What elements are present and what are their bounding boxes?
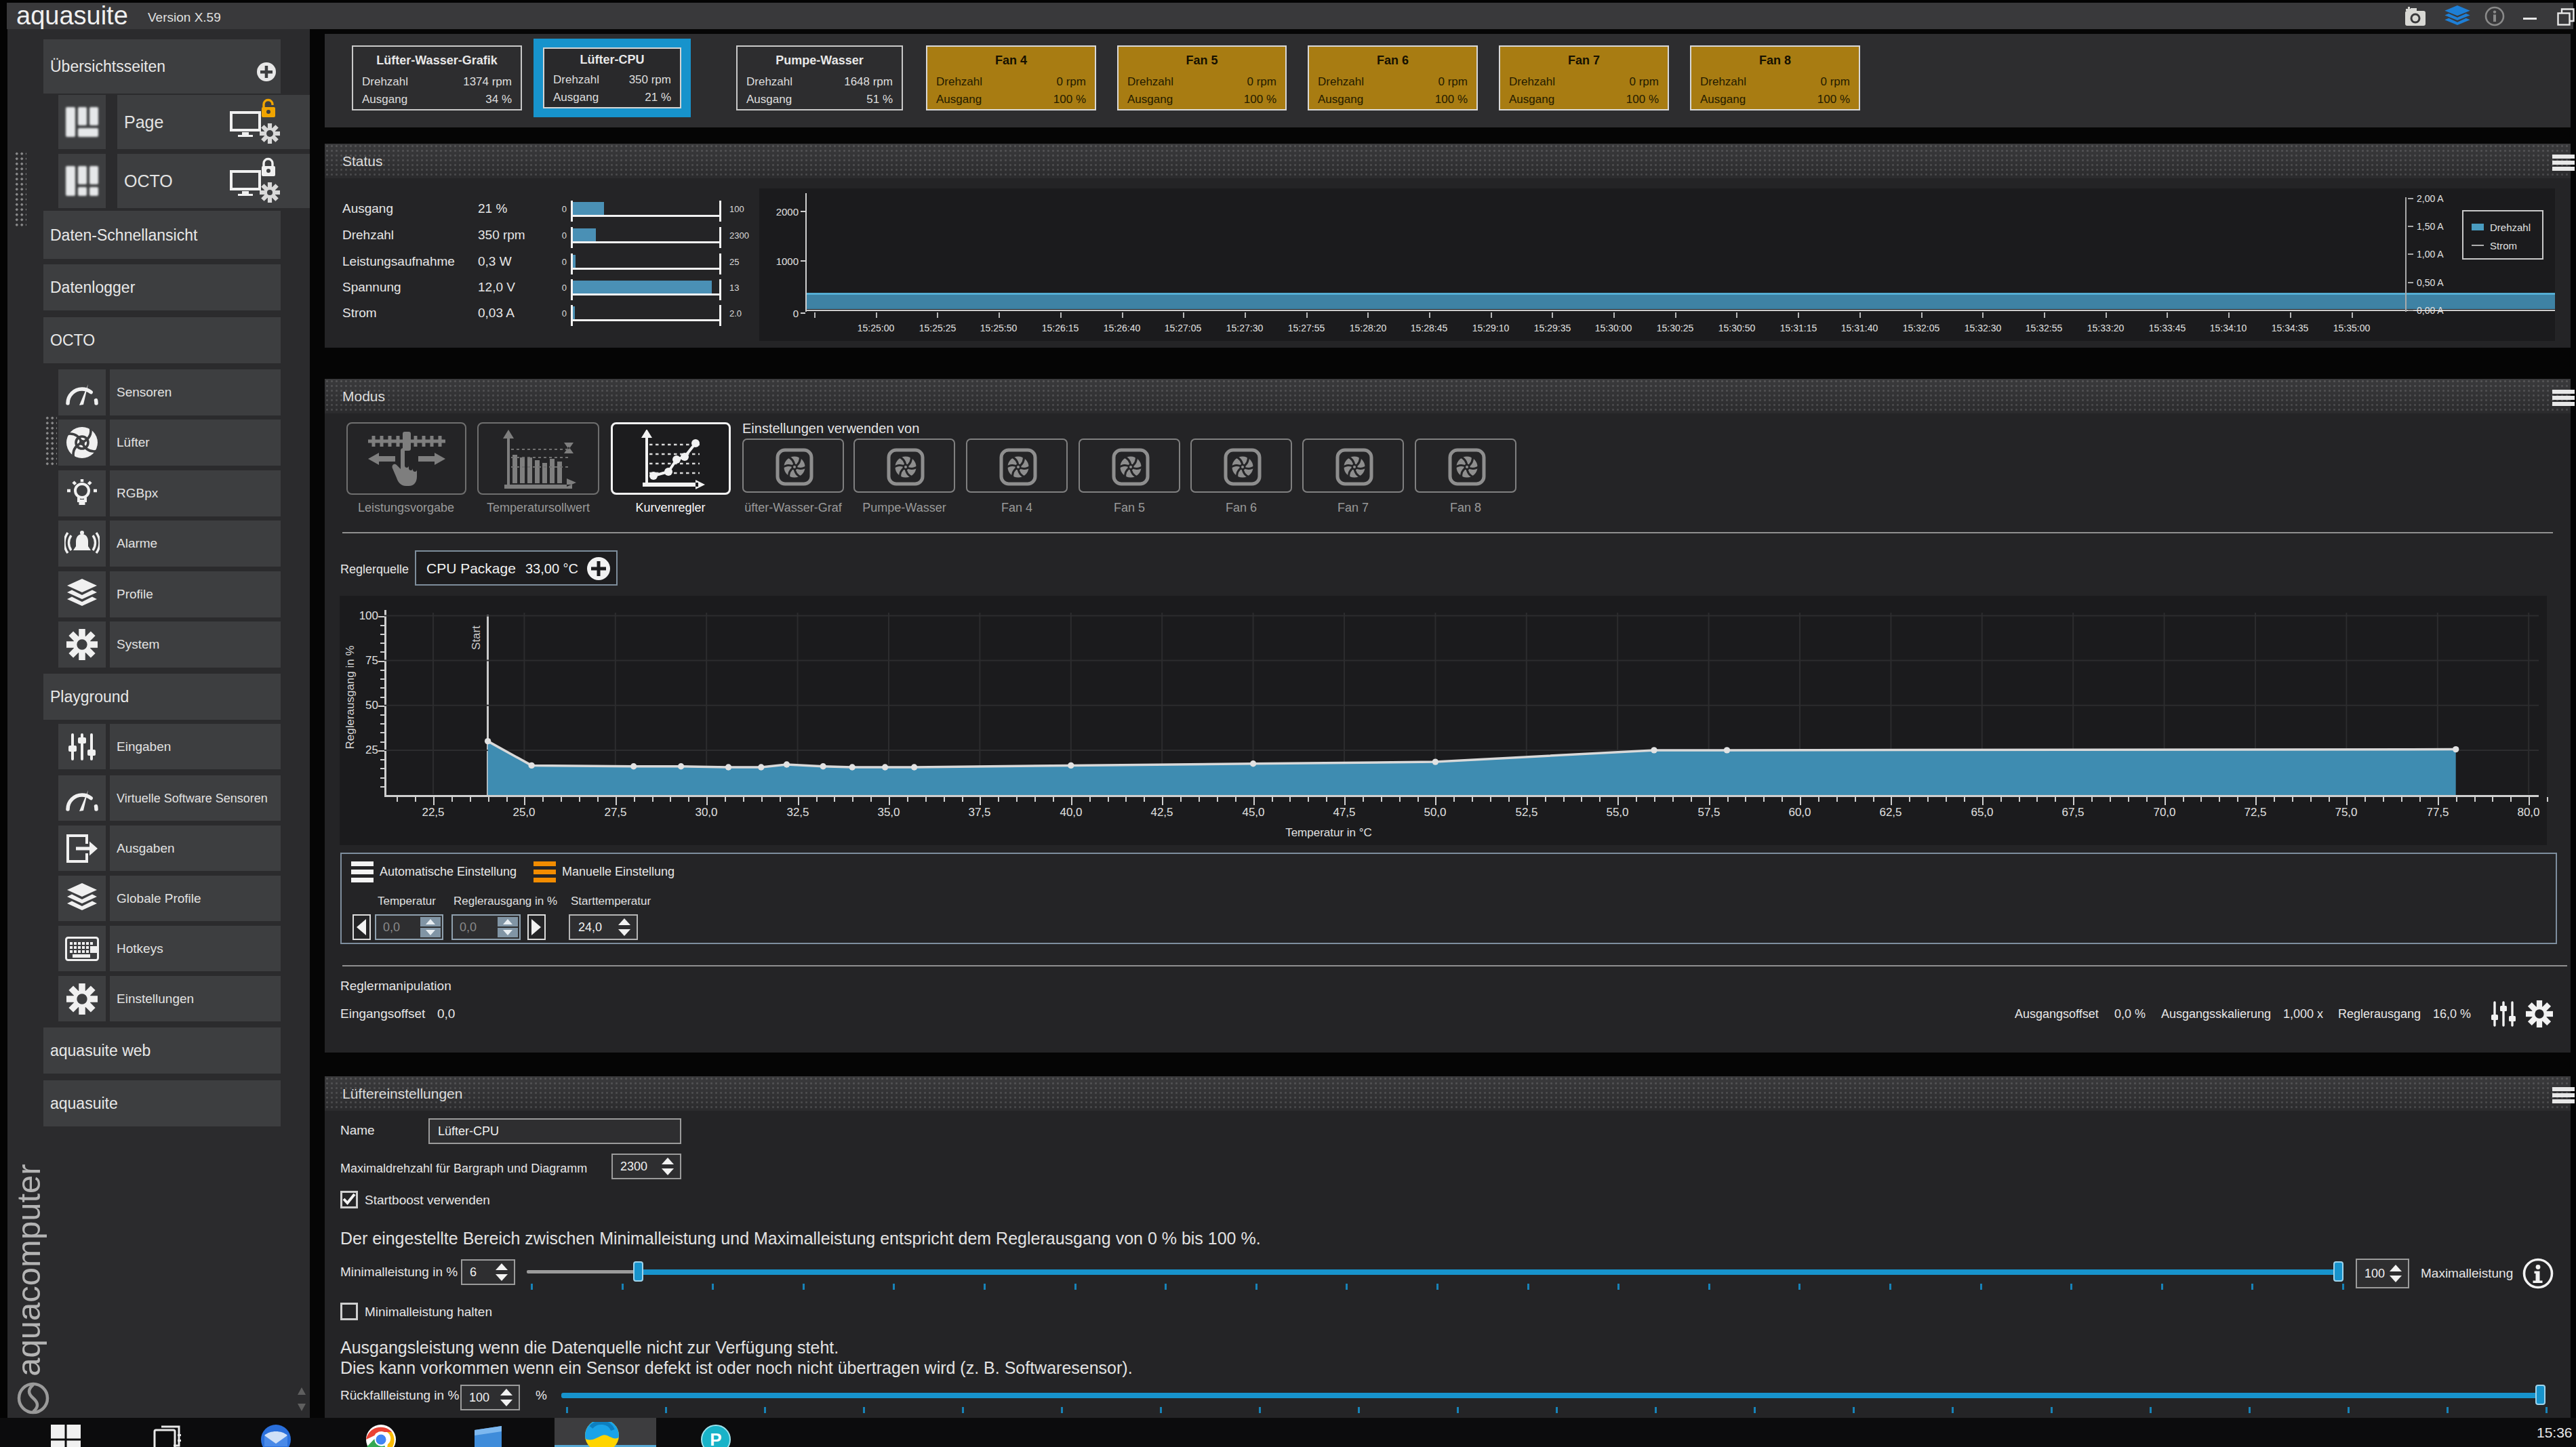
svg-text:P: P bbox=[710, 1429, 721, 1447]
